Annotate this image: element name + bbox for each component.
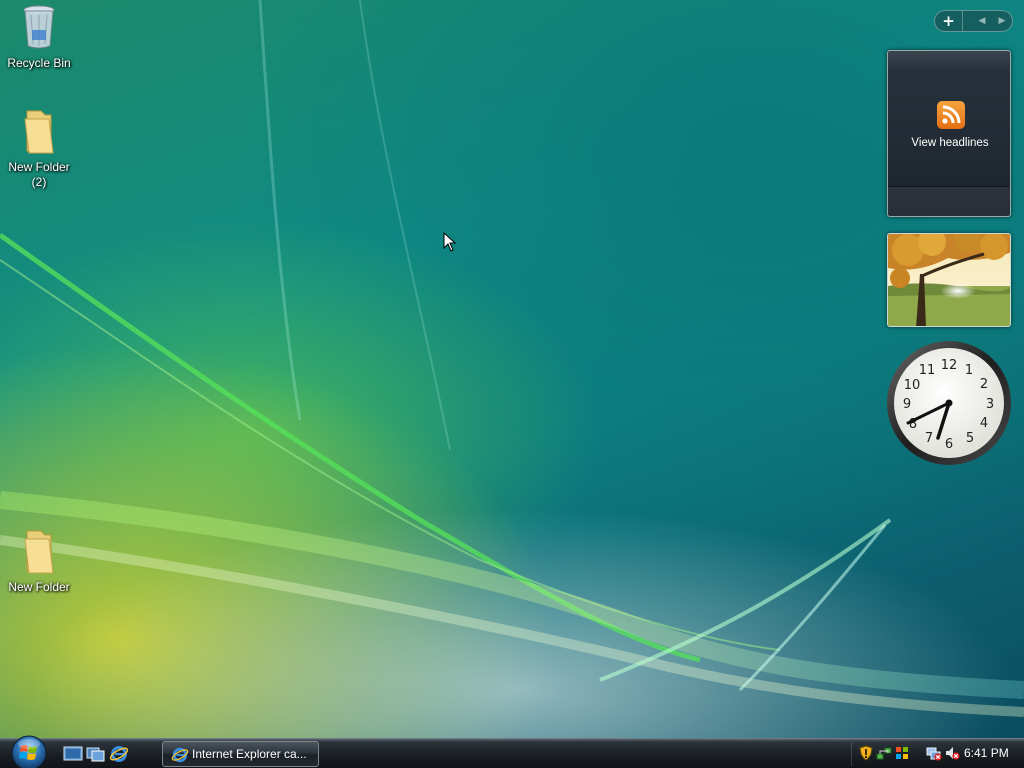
network-disconnected-icon[interactable] bbox=[926, 745, 942, 761]
security-shield-icon[interactable] bbox=[858, 745, 874, 761]
next-page-button[interactable]: ▶ bbox=[991, 11, 1013, 31]
desktop-icon-new-folder-2[interactable]: New Folder (2) bbox=[0, 107, 78, 190]
svg-text:3: 3 bbox=[986, 397, 994, 412]
clock-time[interactable]: 6:41 PM bbox=[964, 746, 1009, 760]
svg-text:6: 6 bbox=[945, 437, 953, 452]
start-button[interactable] bbox=[8, 735, 50, 768]
desktop: Recycle Bin New Folder (2) New Folder + … bbox=[0, 0, 1024, 738]
recycle-bin-label: Recycle Bin bbox=[7, 56, 71, 70]
clock-gadget[interactable]: 12 1 2 3 4 5 6 7 8 9 10 11 bbox=[886, 340, 1012, 466]
desktop-icon-recycle-bin[interactable]: Recycle Bin bbox=[0, 3, 78, 71]
desktop-icon-new-folder[interactable]: New Folder bbox=[0, 527, 78, 595]
feed-headlines-gadget[interactable]: View headlines bbox=[887, 50, 1011, 217]
windows-start-orb-icon bbox=[11, 735, 47, 768]
taskbar: Internet Explorer ca... 6:41 PM bbox=[0, 735, 1024, 768]
previous-page-button[interactable]: ◀ bbox=[971, 11, 993, 31]
sidebar-controls: + ◀ ▶ bbox=[934, 10, 1013, 32]
notification-area: 6:41 PM bbox=[852, 739, 1024, 768]
switch-windows-icon bbox=[86, 747, 105, 762]
wallpaper-aurora bbox=[0, 0, 1024, 717]
recycle-bin-icon bbox=[0, 3, 78, 54]
quick-launch-switch-windows[interactable] bbox=[86, 745, 106, 763]
svg-text:9: 9 bbox=[903, 397, 911, 412]
rss-icon bbox=[937, 101, 965, 129]
svg-text:4: 4 bbox=[980, 416, 988, 431]
show-desktop-icon bbox=[63, 746, 83, 761]
quick-launch-internet-explorer[interactable] bbox=[109, 745, 129, 763]
feed-gadget-footer bbox=[888, 186, 1010, 216]
svg-text:1: 1 bbox=[965, 363, 973, 378]
internet-explorer-icon bbox=[109, 746, 129, 762]
new-folder-2-label: New Folder (2) bbox=[8, 160, 70, 189]
photo-icon bbox=[888, 234, 1010, 326]
mouse-pointer-icon bbox=[443, 232, 457, 252]
svg-text:2: 2 bbox=[980, 377, 988, 392]
new-folder-label: New Folder bbox=[8, 580, 70, 594]
add-gadget-button[interactable]: + bbox=[935, 11, 963, 31]
svg-text:10: 10 bbox=[904, 378, 921, 393]
taskbar-button-label: Internet Explorer ca... bbox=[192, 747, 307, 761]
svg-text:7: 7 bbox=[925, 431, 933, 446]
quick-launch-show-desktop[interactable] bbox=[63, 745, 83, 763]
view-headlines-link[interactable]: View headlines bbox=[888, 137, 1012, 149]
slideshow-gadget[interactable] bbox=[887, 233, 1011, 327]
svg-text:11: 11 bbox=[919, 363, 936, 378]
network-icon[interactable] bbox=[876, 745, 892, 761]
svg-text:12: 12 bbox=[941, 358, 958, 373]
volume-muted-icon[interactable] bbox=[944, 745, 960, 761]
folder-icon bbox=[0, 527, 78, 578]
folder-icon bbox=[0, 107, 78, 158]
analog-clock-icon: 12 1 2 3 4 5 6 7 8 9 10 11 bbox=[887, 341, 1011, 465]
svg-text:5: 5 bbox=[966, 431, 974, 446]
windows-update-icon[interactable] bbox=[894, 745, 910, 761]
taskbar-button-internet-explorer[interactable]: Internet Explorer ca... bbox=[162, 741, 319, 767]
internet-explorer-icon bbox=[171, 747, 189, 763]
